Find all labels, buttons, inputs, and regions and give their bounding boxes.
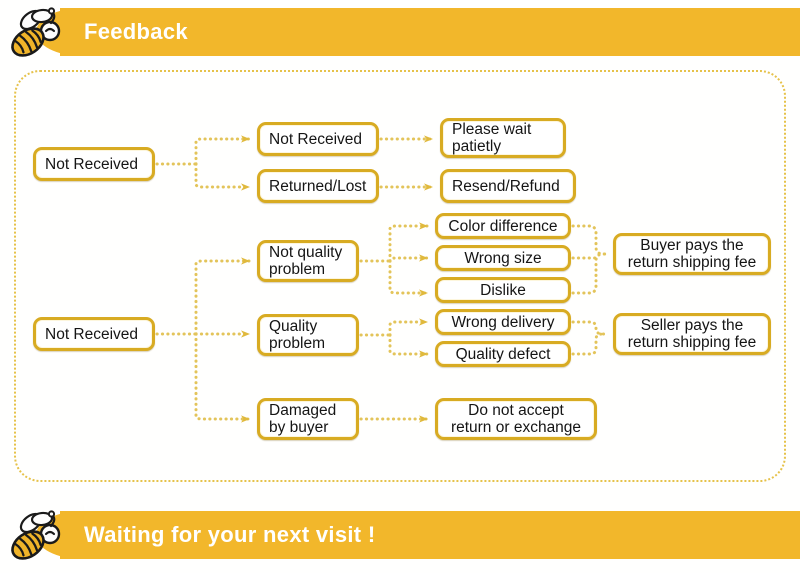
- flowchart-frame: [14, 70, 786, 482]
- header-watermark: [588, 14, 758, 48]
- flow-node-n14: Do not accept return or exchange: [435, 398, 597, 440]
- bee-icon: [11, 7, 61, 57]
- flow-node-n5: Resend/Refund: [440, 169, 576, 203]
- page-title: Feedback: [84, 19, 188, 44]
- flow-node-n16: Seller pays the return shipping fee: [613, 313, 771, 355]
- flow-node-n10: Quality problem: [257, 314, 359, 356]
- footer-title: Waiting for your next visit !: [84, 522, 376, 547]
- feedback-infographic: Feedback Not Received Not Received Retur…: [0, 0, 800, 573]
- flow-node-n15: Buyer pays the return shipping fee: [613, 233, 771, 275]
- flow-node-n17: Not Received: [33, 317, 155, 351]
- flow-node-n8: Wrong size: [435, 245, 571, 271]
- footer-banner: Waiting for your next visit !: [0, 511, 800, 559]
- flow-node-n3: Returned/Lost: [257, 169, 379, 203]
- flow-node-n12: Quality defect: [435, 341, 571, 367]
- flow-node-n11: Wrong delivery: [435, 309, 571, 335]
- flow-node-n9: Dislike: [435, 277, 571, 303]
- flow-node-n7: Color difference: [435, 213, 571, 239]
- flow-node-n4: Please wait patietly: [440, 118, 566, 158]
- bee-icon: [11, 510, 61, 560]
- flow-node-n2: Not Received: [257, 122, 379, 156]
- header-banner: Feedback: [0, 8, 800, 56]
- flow-node-n1: Not Received: [33, 147, 155, 181]
- flow-node-n13: Damaged by buyer: [257, 398, 359, 440]
- flow-node-n6: Not quality problem: [257, 240, 359, 282]
